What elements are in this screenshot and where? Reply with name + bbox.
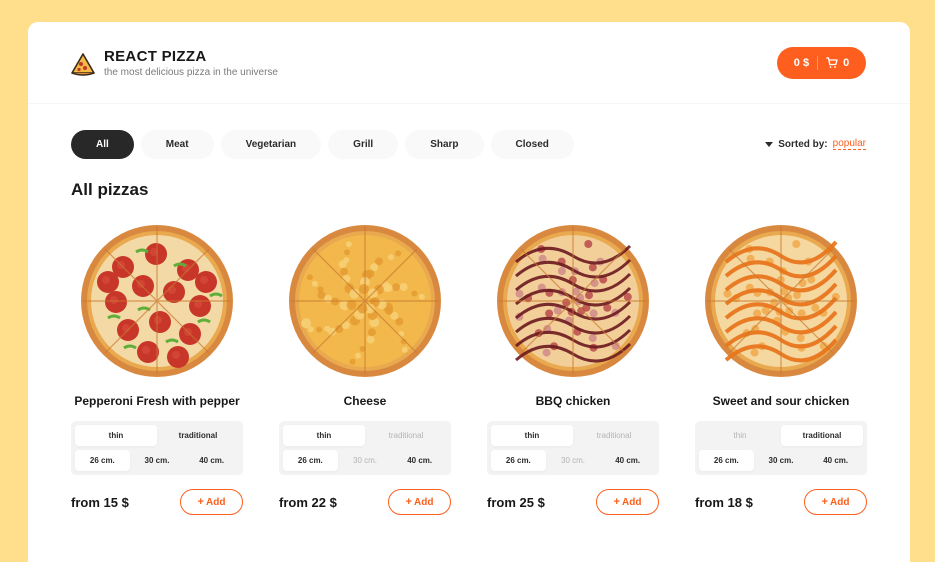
pizza-image (81, 225, 233, 377)
cart-button[interactable]: 0 $ 0 (777, 47, 866, 79)
add-button[interactable]: + Add (804, 489, 867, 515)
size-option[interactable]: 30 cm. (754, 450, 809, 471)
add-label: Add (829, 496, 850, 508)
pizza-price: from 15 $ (71, 494, 129, 510)
category-closed[interactable]: Closed (490, 130, 574, 159)
pizza-slice-icon (71, 53, 95, 76)
plus-icon: + (613, 496, 620, 508)
size-option[interactable]: 26 cm. (283, 450, 338, 471)
top-bar: All Meat Vegetarian Grill Sharp Closed Sorted… (71, 130, 866, 159)
add-button[interactable]: + Add (596, 489, 659, 515)
plus-icon: + (405, 496, 412, 508)
dough-row: thin traditional (283, 425, 447, 446)
pizza-card: Sweet and sour chicken thin traditional 2… (695, 222, 867, 515)
pizza-bottom: from 22 $ + Add (279, 489, 451, 515)
caret-down-icon (765, 141, 774, 147)
categories: All Meat Vegetarian Grill Sharp Closed (71, 130, 866, 159)
pizza-selector: thin traditional 26 cm. 30 cm. 40 cm. (279, 421, 451, 475)
pizza-image (497, 225, 649, 377)
pizza-card: Pepperoni Fresh with pepper thin traditio… (71, 222, 243, 515)
category-vegetarian[interactable]: Vegetarian (220, 130, 322, 159)
cart-icon (826, 57, 838, 68)
pizza-selector: thin traditional 26 cm. 30 cm. 40 cm. (487, 421, 659, 475)
pizza-price: from 22 $ (279, 494, 337, 510)
dough-option-traditional[interactable]: traditional (157, 425, 239, 446)
sort-label: Sorted by: (778, 138, 828, 150)
header: REACT PIZZA the most delicious pizza in … (28, 22, 910, 104)
category-all[interactable]: All (71, 130, 134, 159)
pizza-title: BBQ chicken (535, 394, 611, 408)
logo[interactable]: REACT PIZZA the most delicious pizza in … (70, 49, 278, 79)
pizza-selector: thin traditional 26 cm. 30 cm. 40 cm. (71, 421, 243, 475)
size-option[interactable]: 40 cm. (392, 450, 447, 471)
size-row: 26 cm. 30 cm. 40 cm. (75, 450, 239, 471)
category-sharp[interactable]: Sharp (405, 130, 484, 159)
pizza-image (289, 225, 441, 377)
size-option[interactable]: 30 cm. (130, 450, 185, 471)
size-row: 26 cm. 30 cm. 40 cm. (283, 450, 447, 471)
size-option[interactable]: 30 cm. (338, 450, 393, 471)
pizza-price: from 18 $ (695, 494, 753, 510)
cart-price: 0 $ (793, 57, 810, 69)
plus-icon: + (197, 496, 204, 508)
size-option[interactable]: 40 cm. (600, 450, 655, 471)
cart-count: 0 (843, 57, 850, 69)
pizza-bottom: from 18 $ + Add (695, 489, 867, 515)
pizza-bottom: from 25 $ + Add (487, 489, 659, 515)
size-option[interactable]: 40 cm. (808, 450, 863, 471)
sort[interactable]: Sorted by: popular (765, 138, 866, 150)
pizza-card: BBQ chicken thin traditional 26 cm. 30 cm.… (487, 222, 659, 515)
dough-option-thin[interactable]: thin (75, 425, 157, 446)
size-option[interactable]: 30 cm. (546, 450, 601, 471)
pizza-title: Cheese (343, 394, 387, 408)
pizza-bottom: from 15 $ + Add (71, 489, 243, 515)
page-wrapper: REACT PIZZA the most delicious pizza in … (28, 22, 910, 562)
sort-value[interactable]: popular (832, 138, 866, 150)
category-meat[interactable]: Meat (140, 130, 214, 159)
pizza-title: Pepperoni Fresh with pepper (74, 394, 240, 408)
pizza-selector: thin traditional 26 cm. 30 cm. 40 cm. (695, 421, 867, 475)
dough-option-thin[interactable]: thin (491, 425, 573, 446)
size-row: 26 cm. 30 cm. 40 cm. (699, 450, 863, 471)
pizza-price: from 25 $ (487, 494, 545, 510)
add-button[interactable]: + Add (180, 489, 243, 515)
logo-title: REACT PIZZA (104, 48, 207, 65)
add-label: Add (205, 496, 226, 508)
dough-option-traditional[interactable]: traditional (781, 425, 863, 446)
category-grill[interactable]: Grill (328, 130, 399, 159)
pizza-title: Sweet and sour chicken (712, 394, 850, 408)
size-option[interactable]: 26 cm. (75, 450, 130, 471)
size-option[interactable]: 40 cm. (184, 450, 239, 471)
content-title: All pizzas (71, 180, 149, 199)
logo-subtitle: the most delicious pizza in the universe (104, 67, 278, 78)
dough-row: thin traditional (75, 425, 239, 446)
cart-divider (817, 56, 819, 70)
pizza-image (705, 225, 857, 377)
plus-icon: + (821, 496, 828, 508)
add-button[interactable]: + Add (388, 489, 451, 515)
dough-option-traditional[interactable]: traditional (365, 425, 447, 446)
pizza-card: Cheese thin traditional 26 cm. 30 cm. 40 cm… (279, 222, 451, 515)
add-label: Add (621, 496, 642, 508)
add-label: Add (413, 496, 434, 508)
dough-row: thin traditional (699, 425, 863, 446)
dough-option-thin[interactable]: thin (699, 425, 781, 446)
dough-row: thin traditional (491, 425, 655, 446)
size-option[interactable]: 26 cm. (491, 450, 546, 471)
size-option[interactable]: 26 cm. (699, 450, 754, 471)
size-row: 26 cm. 30 cm. 40 cm. (491, 450, 655, 471)
dough-option-thin[interactable]: thin (283, 425, 365, 446)
dough-option-traditional[interactable]: traditional (573, 425, 655, 446)
